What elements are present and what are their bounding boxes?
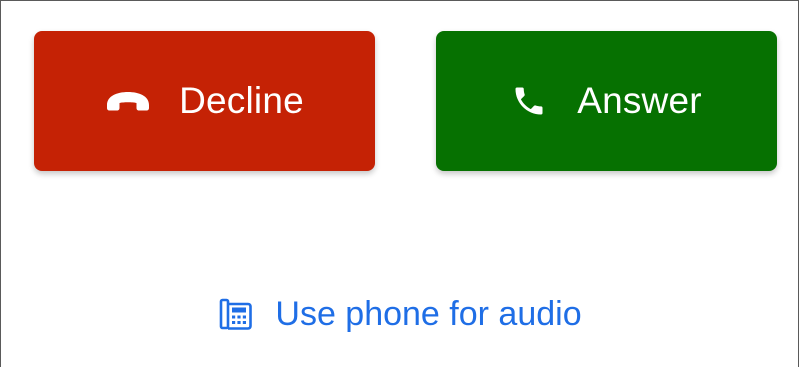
answer-button[interactable]: Answer	[436, 31, 777, 171]
phone-icon	[511, 83, 547, 119]
answer-label: Answer	[577, 80, 702, 121]
hang-up-icon	[105, 90, 151, 112]
use-phone-for-audio-label: Use phone for audio	[275, 294, 582, 333]
desk-phone-icon	[219, 297, 253, 331]
decline-label: Decline	[179, 80, 304, 121]
call-dialog: Decline Answer Use phone for audio	[0, 0, 799, 367]
decline-button[interactable]: Decline	[34, 31, 375, 171]
use-phone-for-audio-link[interactable]: Use phone for audio	[1, 289, 799, 339]
